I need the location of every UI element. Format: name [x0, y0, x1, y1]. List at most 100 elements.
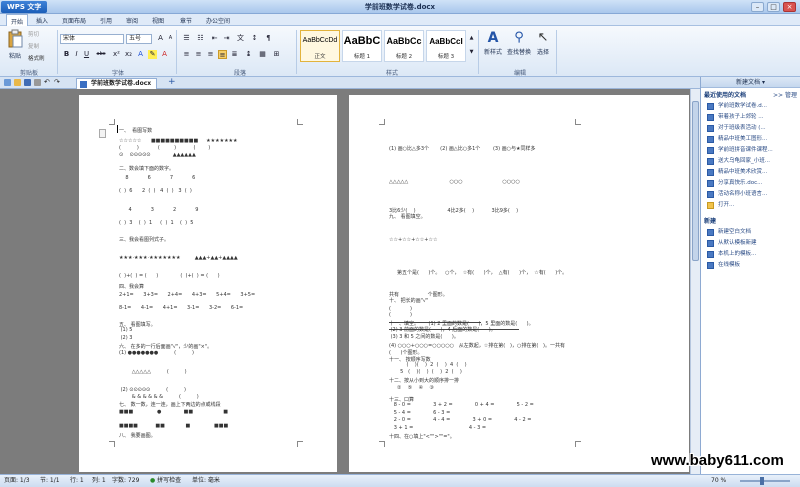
page-2[interactable]: (1) 画○比△多3个 (2) 画△比○多1个 (3) 画○与★同样多 △△△△△…: [349, 95, 689, 472]
find-replace-button[interactable]: ⚲ 查找替换: [506, 29, 532, 56]
styles-scroll-down-icon[interactable]: ▼: [467, 48, 476, 57]
bullet-list-icon[interactable]: ☰: [182, 34, 191, 43]
style-heading-3[interactable]: AaBbCcI 标题 3: [426, 30, 466, 62]
zoom-level[interactable]: 70 %: [711, 475, 726, 487]
close-button[interactable]: ×: [783, 2, 796, 12]
status-word-count[interactable]: 字数: 729: [112, 475, 139, 487]
menu-review[interactable]: 审阅: [126, 16, 138, 25]
menu-insert[interactable]: 插入: [36, 16, 48, 25]
recent-doc-item[interactable]: 学前班拼音课件课程...: [701, 145, 800, 156]
subscript-icon[interactable]: x₂: [124, 50, 133, 59]
recent-doc-item[interactable]: 学前班数学试卷.d...: [701, 101, 800, 112]
menu-chapter[interactable]: 章节: [180, 16, 192, 25]
restore-button[interactable]: □: [767, 2, 780, 12]
highlight-icon[interactable]: ✎: [148, 50, 157, 59]
underline-button[interactable]: U: [82, 50, 91, 59]
paragraph-group-label: 段落: [234, 70, 247, 77]
align-center-icon[interactable]: ≡: [194, 50, 203, 59]
font-color-icon[interactable]: A: [136, 50, 145, 59]
distribute-icon[interactable]: ≣: [230, 50, 239, 59]
style-heading-3-name: 标题 3: [437, 54, 455, 60]
select-button[interactable]: ↖ 选择: [534, 29, 552, 56]
font-size-combo[interactable]: 五号: [126, 34, 152, 44]
chinese-layout-icon[interactable]: 文: [236, 34, 245, 43]
format-painter-button[interactable]: 格式刷: [28, 54, 45, 62]
menu-office-space[interactable]: 办公空间: [206, 16, 230, 25]
zoom-slider[interactable]: [740, 480, 790, 482]
text-line: ☆☆+☆☆+☆☆+☆☆: [389, 237, 438, 243]
cut-button[interactable]: 剪切: [28, 30, 39, 38]
superscript-icon[interactable]: x²: [112, 50, 121, 59]
word-doc-icon: [707, 136, 714, 143]
shading-icon[interactable]: ▦: [258, 50, 267, 59]
crop-mark: [575, 441, 581, 447]
style-heading-1[interactable]: AaBbC 标题 1: [342, 30, 382, 62]
manage-link[interactable]: >> 管理: [773, 90, 797, 99]
menu-view[interactable]: 视图: [152, 16, 164, 25]
new-style-button[interactable]: A 新样式: [482, 29, 504, 56]
separator: [176, 30, 177, 74]
vertical-scrollbar[interactable]: [690, 89, 700, 474]
bold-button[interactable]: B: [62, 50, 71, 59]
text-line: 十、 把长的画"√": [389, 298, 429, 304]
document-canvas[interactable]: 一、 看图写数 ☆☆☆☆☆ ■■■■■■■■■■ ★★★★★★★( ) ( ) (…: [0, 89, 690, 474]
new-doc-option[interactable]: 在线模板: [701, 260, 800, 271]
open-link[interactable]: 打开...: [701, 200, 800, 211]
crop-mark: [575, 119, 581, 125]
new-doc-option[interactable]: 从默认模板新建: [701, 238, 800, 249]
recent-doc-item[interactable]: 送大乌龟回家_小班...: [701, 156, 800, 167]
new-doc-label: 本机上的模板...: [718, 251, 757, 257]
style-heading-2[interactable]: AaBbCc 标题 2: [384, 30, 424, 62]
menu-page-layout[interactable]: 页面布局: [62, 16, 86, 25]
redo-icon[interactable]: ↷: [54, 79, 61, 86]
text-effect-icon[interactable]: A: [160, 50, 169, 59]
scrollbar-thumb[interactable]: [692, 101, 699, 261]
style-normal[interactable]: AaBbCcDd 正文: [300, 30, 340, 62]
status-page[interactable]: 页面: 1/3: [4, 475, 30, 487]
recent-doc-item[interactable]: 精品中班美工图形...: [701, 134, 800, 145]
new-doc-icon: [707, 262, 714, 269]
open-folder-icon[interactable]: [14, 79, 21, 86]
page-1[interactable]: 一、 看图写数 ☆☆☆☆☆ ■■■■■■■■■■ ★★★★★★★( ) ( ) (…: [79, 95, 337, 472]
new-doc-icon[interactable]: [4, 79, 11, 86]
justify-icon[interactable]: ≡: [218, 50, 227, 59]
new-doc-option[interactable]: 新建空白文档: [701, 227, 800, 238]
zoom-slider-thumb[interactable]: [760, 477, 764, 485]
recent-doc-item[interactable]: 带着孩子上郊轮 ...: [701, 112, 800, 123]
sort-icon[interactable]: ↕: [250, 34, 259, 43]
separator: [478, 30, 479, 74]
spell-check-toggle[interactable]: ● 拼写检查: [150, 475, 181, 487]
show-marks-icon[interactable]: ¶: [264, 34, 273, 43]
new-doc-option[interactable]: 本机上的模板...: [701, 249, 800, 260]
decrease-indent-icon[interactable]: ⇤: [210, 34, 219, 43]
font-name-combo[interactable]: 宋体: [60, 34, 124, 44]
recent-doc-item[interactable]: 分享真快乐.doc...: [701, 178, 800, 189]
tab-document[interactable]: 学前班数学试卷.docx: [76, 78, 158, 89]
minimize-button[interactable]: –: [751, 2, 764, 12]
line-spacing-icon[interactable]: ↨: [244, 50, 253, 59]
text-line: 三、我会看图列式子。: [119, 237, 170, 243]
grow-font-icon[interactable]: A: [156, 34, 165, 43]
text-line: ⊙ ⊙⊙⊙⊙⊙ ▲▲▲▲▲▲: [119, 152, 196, 158]
copy-button[interactable]: 复制: [28, 42, 39, 50]
increase-indent-icon[interactable]: ⇥: [222, 34, 231, 43]
save-icon[interactable]: [24, 79, 31, 86]
styles-scroll-up-icon[interactable]: ▲: [467, 34, 476, 43]
print-icon[interactable]: [34, 79, 41, 86]
paste-button[interactable]: 粘贴: [4, 29, 26, 60]
undo-icon[interactable]: ↶: [44, 79, 51, 86]
recent-doc-item[interactable]: 活动名称小班语言...: [701, 189, 800, 200]
border-icon[interactable]: ⊞: [272, 50, 281, 59]
recent-doc-item[interactable]: 精品中班美术欣赏...: [701, 167, 800, 178]
text-line: 4 3 2 9: [119, 207, 199, 213]
italic-button[interactable]: I: [72, 50, 81, 59]
numbered-list-icon[interactable]: ☷: [196, 34, 205, 43]
shrink-font-icon[interactable]: A: [166, 34, 175, 43]
task-pane-header[interactable]: 新建文档 ▾: [701, 77, 800, 88]
menu-references[interactable]: 引用: [100, 16, 112, 25]
recent-doc-item[interactable]: 对于班级表活动 (...: [701, 123, 800, 134]
new-tab-button[interactable]: +: [168, 77, 176, 87]
strikethrough-button[interactable]: abc: [94, 50, 108, 59]
align-right-icon[interactable]: ≡: [206, 50, 215, 59]
align-left-icon[interactable]: ≡: [182, 50, 191, 59]
